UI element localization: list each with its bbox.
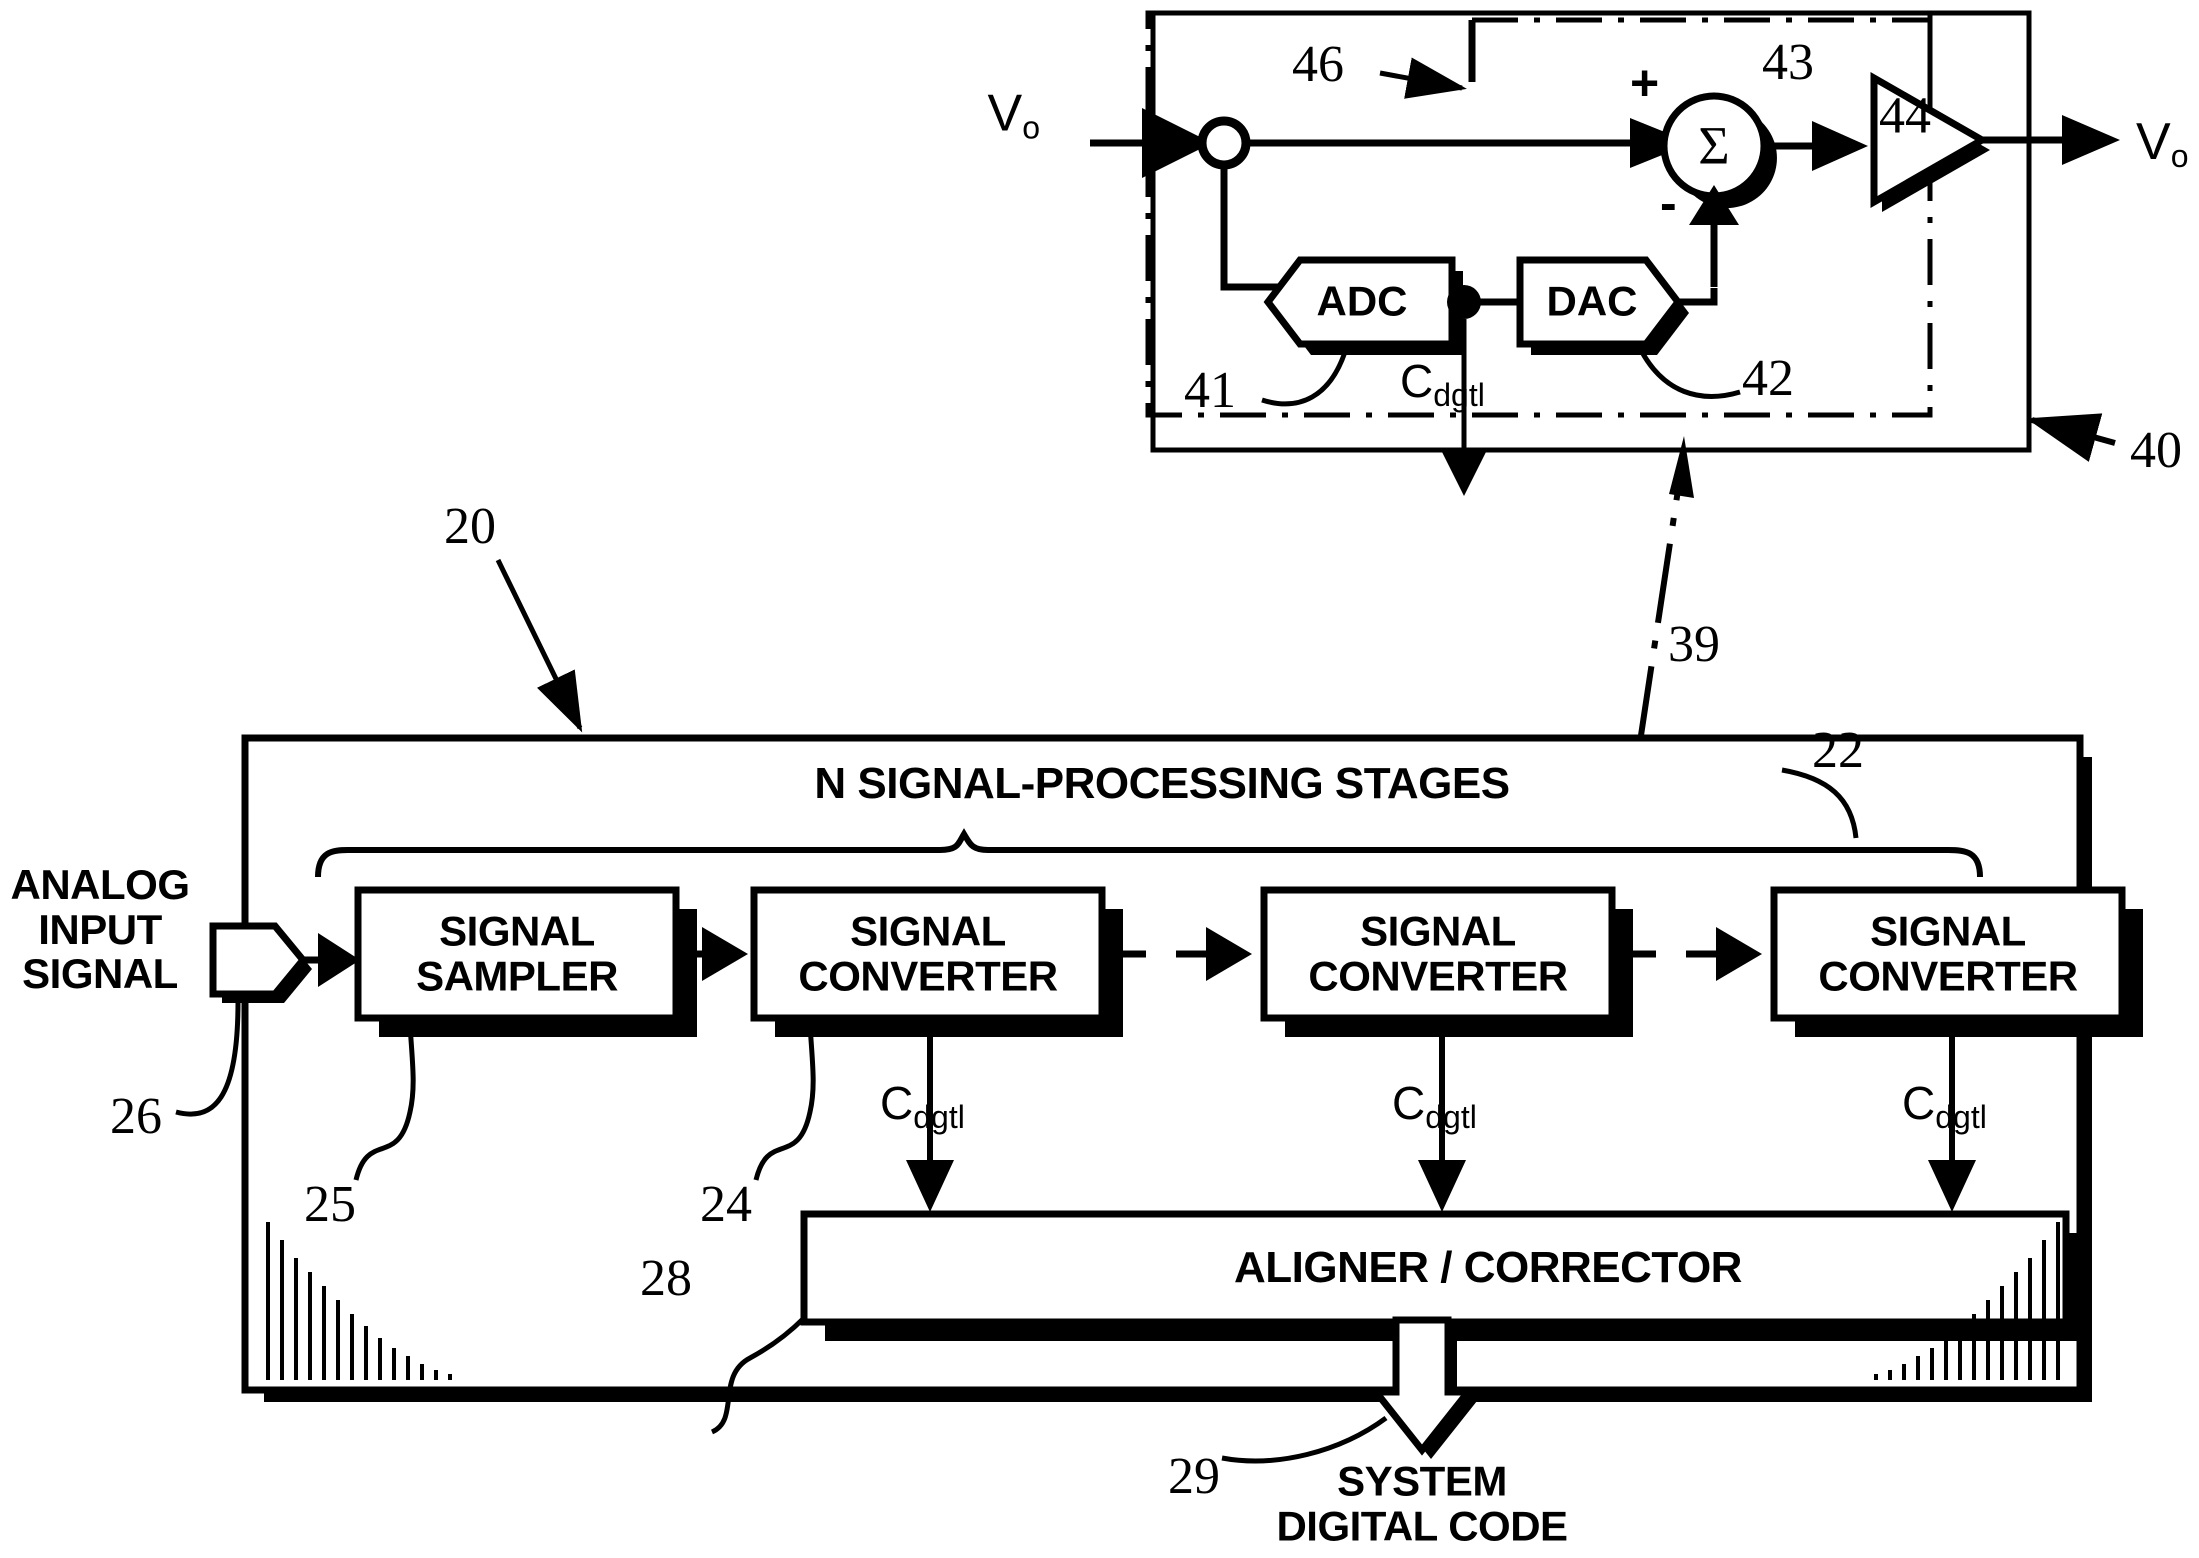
summer-sigma-symbol: Σ [1698, 115, 1730, 176]
adc-branch-wire [1220, 165, 1282, 291]
dac-label: DAC [1546, 277, 1638, 325]
system-output-line-1: SYSTEM [1337, 1457, 1507, 1505]
ref-42: 42 [1742, 350, 1794, 407]
signal-converter-1-label: SIGNAL CONVERTER [798, 907, 1058, 999]
ref-41: 41 [1184, 362, 1236, 419]
forward-path-wire [1246, 118, 1692, 168]
ref-22: 22 [1812, 722, 1864, 779]
ref-43: 43 [1762, 34, 1814, 91]
ref-24: 24 [700, 1176, 752, 1233]
adc-label: ADC [1316, 277, 1408, 325]
leader-29 [1221, 1415, 1388, 1464]
top-circuit-outer-box [1150, 10, 2032, 453]
top-cdgtl-label: Cdgtl [1400, 355, 1485, 413]
converter-3-line-1: SIGNAL [1870, 907, 2026, 955]
analog-input-line-1: ANALOG [10, 861, 191, 909]
ref-25: 25 [304, 1176, 356, 1233]
cdgtl-label-3: Cdgtl [1902, 1077, 1987, 1135]
dac-to-summer-wire [1678, 288, 1718, 306]
output-wire [1982, 115, 2120, 165]
analog-input-signal-label: ANALOG INPUT SIGNAL [10, 861, 191, 998]
aligner-corrector-label: ALIGNER / CORRECTOR [1234, 1242, 1742, 1292]
sampler-line-1: SIGNAL [439, 907, 595, 955]
leader-40 [2026, 413, 2116, 462]
leader-46 [1379, 57, 1467, 99]
cdgtl-label-2: Cdgtl [1392, 1077, 1477, 1135]
system-digital-code-label: SYSTEM DIGITAL CODE [1276, 1457, 1568, 1549]
summer-to-amp-wire [1766, 121, 1868, 171]
input-node-circle [1197, 116, 1251, 170]
cdgtl-label-1: Cdgtl [880, 1077, 965, 1135]
ref-39: 39 [1668, 616, 1720, 673]
signal-converter-3-label: SIGNAL CONVERTER [1818, 907, 2078, 999]
ref-28: 28 [640, 1250, 692, 1307]
summer-plus-sign: + [1630, 55, 1660, 111]
leader-20 [495, 558, 583, 733]
system-output-line-2: DIGITAL CODE [1276, 1502, 1568, 1549]
ref-40: 40 [2130, 422, 2182, 479]
leader-42 [1639, 350, 1741, 399]
stages-heading: N SIGNAL-PROCESSING STAGES [814, 759, 1510, 808]
converter-1-line-2: CONVERTER [798, 952, 1058, 999]
sampler-line-2: SAMPLER [416, 952, 618, 999]
ref-46: 46 [1292, 36, 1344, 93]
leader-26 [175, 1001, 241, 1117]
leader-41 [1261, 351, 1348, 407]
signal-sampler-label: SIGNAL SAMPLER [416, 909, 618, 998]
converter-3-line-2: CONVERTER [1818, 952, 2078, 999]
converter-2-line-2: CONVERTER [1308, 952, 1568, 999]
top-output-vo-label: Vo [2136, 113, 2189, 174]
ref-26: 26 [110, 1088, 162, 1145]
summer-minus-sign: - [1660, 175, 1677, 231]
patent-figure: Vo Vo 46 43 + - Σ 44 ADC DAC 41 42 Cdgtl… [0, 0, 2199, 1558]
analog-input-line-3: SIGNAL [22, 950, 178, 998]
converter-2-line-1: SIGNAL [1360, 907, 1516, 955]
analog-input-line-2: INPUT [38, 905, 162, 953]
ref-44: 44 [1879, 87, 1931, 145]
ref-20: 20 [444, 498, 496, 555]
signal-converter-2-label: SIGNAL CONVERTER [1308, 907, 1568, 999]
ref-29: 29 [1168, 1448, 1220, 1505]
top-input-vo-label: Vo [987, 84, 1040, 146]
converter-1-line-1: SIGNAL [850, 907, 1006, 955]
